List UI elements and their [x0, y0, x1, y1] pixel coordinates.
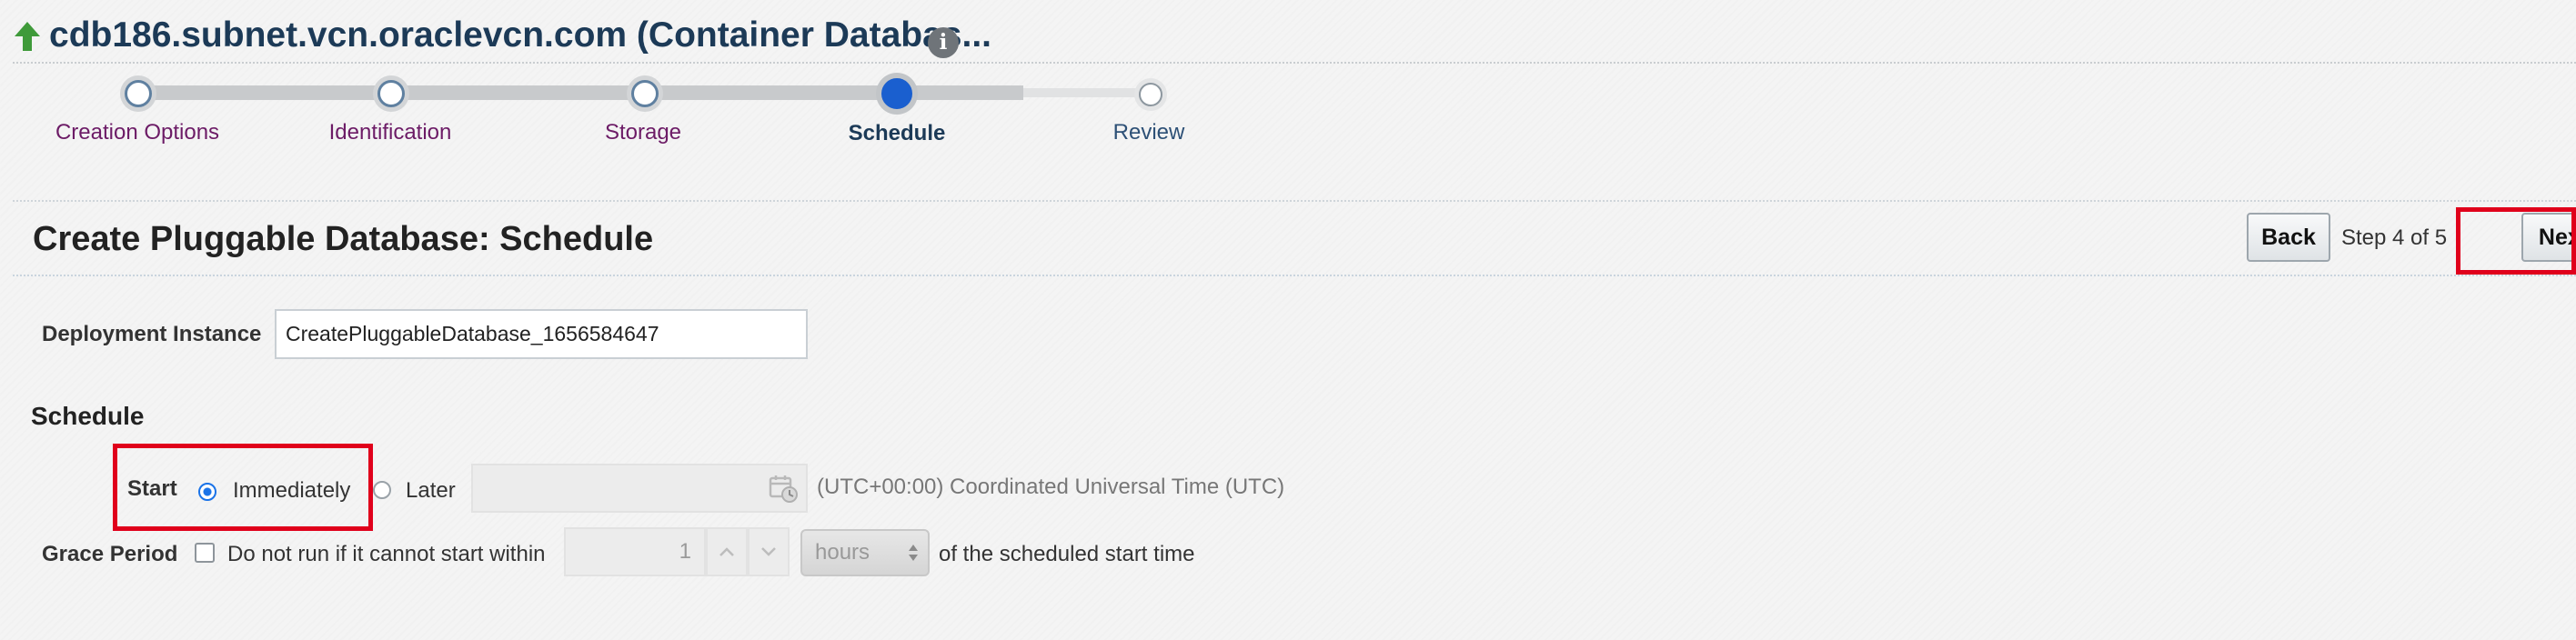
grace-period-checkbox[interactable]	[195, 543, 215, 563]
timezone-label: (UTC+00:00) Coordinated Universal Time (…	[817, 475, 1285, 499]
chevron-down-icon	[761, 547, 776, 556]
title-bar-bottom-divider	[13, 275, 2576, 276]
train-label-review[interactable]: Review	[1040, 120, 1258, 145]
chevron-up-icon	[719, 547, 734, 556]
train-stop-review[interactable]	[1139, 83, 1162, 106]
schedule-heading: Schedule	[31, 402, 145, 430]
calendar-clock-icon[interactable]	[768, 473, 799, 504]
decrement-button[interactable]	[748, 527, 790, 576]
page-title: Create Pluggable Database: Schedule	[33, 220, 654, 258]
train-stop-storage[interactable]	[631, 80, 659, 107]
grace-period-unit-select[interactable]: hours	[800, 529, 930, 576]
train-stop-identification[interactable]	[377, 80, 405, 107]
train-label-storage[interactable]: Storage	[534, 120, 752, 145]
select-arrows-icon	[909, 545, 918, 561]
later-label[interactable]: Later	[406, 478, 456, 504]
immediately-label[interactable]: Immediately	[233, 478, 350, 504]
immediately-radio[interactable]	[198, 483, 216, 501]
title-bar-top-divider	[13, 200, 2576, 202]
deployment-instance-input[interactable]	[275, 309, 808, 359]
grace-period-checkbox-label[interactable]: Do not run if it cannot start within	[227, 542, 546, 567]
deployment-instance-label: Deployment Instance	[42, 322, 262, 346]
next-button-highlight	[2456, 207, 2576, 275]
info-icon[interactable]: i	[928, 27, 959, 58]
start-label: Start	[127, 476, 177, 501]
grace-period-label: Grace Period	[42, 542, 178, 566]
up-arrow-icon	[15, 22, 40, 51]
page-header-title: cdb186.subnet.vcn.oraclevcn.com (Contain…	[49, 15, 991, 55]
later-radio[interactable]	[373, 481, 391, 499]
increment-button[interactable]	[706, 527, 748, 576]
train-label-schedule: Schedule	[848, 121, 946, 145]
step-indicator: Step 4 of 5	[2341, 225, 2448, 250]
back-button[interactable]: Back	[2247, 213, 2330, 262]
grace-period-unit-value: hours	[815, 540, 870, 565]
train-stop-schedule	[881, 78, 912, 109]
train-label-identification[interactable]: Identification	[281, 120, 499, 145]
grace-period-value-input[interactable]: 1	[564, 527, 706, 576]
grace-period-suffix: of the scheduled start time	[939, 542, 1195, 566]
header-divider	[13, 62, 2576, 64]
train-stop-creation-options[interactable]	[125, 80, 152, 107]
start-datetime-input[interactable]	[471, 464, 808, 513]
train-label-creation-options[interactable]: Creation Options	[28, 120, 247, 145]
train-track-remaining	[1023, 88, 1151, 97]
